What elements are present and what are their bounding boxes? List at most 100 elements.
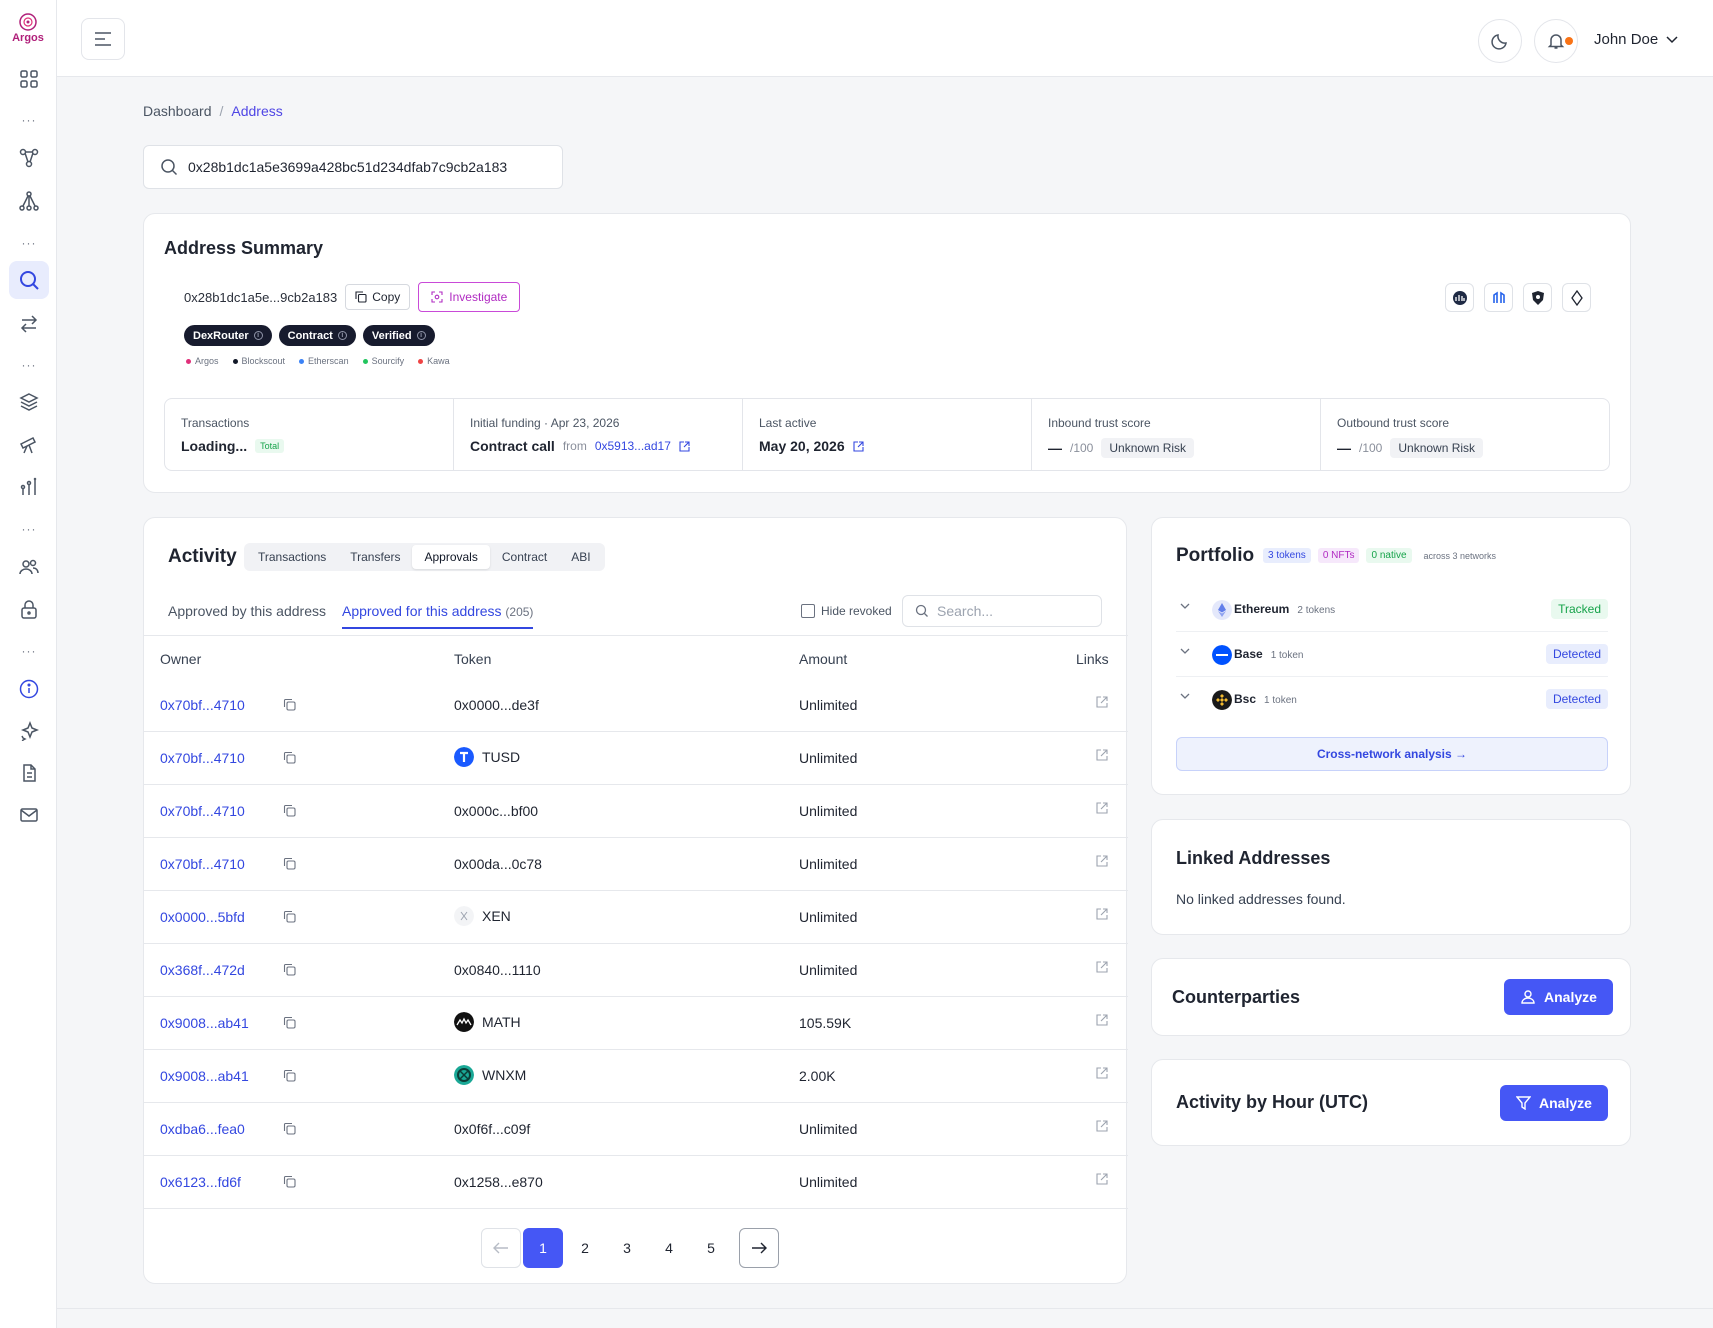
layers-icon[interactable]: [18, 391, 40, 413]
sourcify-icon[interactable]: [1523, 283, 1552, 312]
hide-revoked-toggle[interactable]: Hide revoked: [801, 604, 892, 618]
external-link-icon[interactable]: [1095, 748, 1109, 762]
tab-abi[interactable]: ABI: [559, 545, 602, 569]
network-icon[interactable]: [18, 190, 40, 212]
address-summary-card: Address Summary 0x28b1dc1a5e...9cb2a183 …: [143, 213, 1631, 493]
page-5-button[interactable]: 5: [691, 1228, 731, 1268]
col-amount[interactable]: Amount: [799, 651, 847, 667]
info-icon[interactable]: i: [416, 331, 426, 340]
external-link-icon[interactable]: [1095, 1013, 1109, 1027]
tab-contract[interactable]: Contract: [490, 545, 559, 569]
info-icon[interactable]: i: [337, 331, 347, 340]
copy-icon[interactable]: [283, 910, 296, 923]
page-2-button[interactable]: 2: [565, 1228, 605, 1268]
blockscout-icon[interactable]: [1445, 283, 1474, 312]
page-1-button[interactable]: 1: [523, 1228, 563, 1268]
menu-toggle-button[interactable]: [81, 18, 125, 60]
graph-icon[interactable]: [18, 147, 40, 169]
info-icon[interactable]: i: [253, 331, 263, 340]
prev-page-button[interactable]: [481, 1228, 521, 1268]
external-link-icon[interactable]: [1095, 907, 1109, 921]
chevron-down-icon: [1666, 35, 1678, 43]
owner-address-link[interactable]: 0x0000...5bfd: [160, 909, 245, 925]
funding-from-link[interactable]: 0x5913...ad17: [595, 439, 671, 453]
search-nav-icon[interactable]: [9, 261, 49, 299]
copy-button[interactable]: Copy: [345, 284, 411, 310]
ethereum-icon[interactable]: [1562, 283, 1591, 312]
network-row-base[interactable]: Base 1 token Detected: [1176, 632, 1608, 677]
copy-icon[interactable]: [283, 1016, 296, 1029]
kawa-icon[interactable]: [1484, 283, 1513, 312]
next-page-button[interactable]: [739, 1228, 779, 1268]
portfolio-card: Portfolio 3 tokens 0 NFTs 0 native acros…: [1151, 517, 1631, 795]
investigate-button[interactable]: Investigate: [418, 282, 521, 312]
external-link-icon[interactable]: [1095, 1119, 1109, 1133]
network-row-ethereum[interactable]: Ethereum 2 tokens Tracked: [1176, 587, 1608, 632]
analytics-icon[interactable]: [18, 476, 40, 498]
external-link-icon[interactable]: [1095, 801, 1109, 815]
page-3-button[interactable]: 3: [607, 1228, 647, 1268]
owner-address-link[interactable]: 0x9008...ab41: [160, 1068, 249, 1084]
hourly-analyze-button[interactable]: Analyze: [1500, 1085, 1608, 1121]
user-menu[interactable]: John Doe: [1594, 31, 1678, 48]
token-label: 0x0f6f...c09f: [454, 1121, 531, 1137]
bell-icon: [1547, 34, 1565, 49]
hide-revoked-checkbox[interactable]: [801, 604, 815, 618]
counterparties-analyze-button[interactable]: Analyze: [1504, 979, 1613, 1015]
copy-icon[interactable]: [283, 857, 296, 870]
theme-toggle-button[interactable]: [1478, 19, 1522, 63]
owner-address-link[interactable]: 0x70bf...4710: [160, 697, 245, 713]
owner-address-link[interactable]: 0x70bf...4710: [160, 856, 245, 872]
telescope-icon[interactable]: [18, 434, 40, 456]
col-token[interactable]: Token: [454, 651, 491, 667]
dashboard-icon[interactable]: [18, 68, 40, 90]
copy-icon[interactable]: [283, 751, 296, 764]
info-icon[interactable]: [18, 678, 40, 700]
activity-search-input[interactable]: Search...: [902, 595, 1102, 627]
argos-logo[interactable]: Argos: [10, 12, 46, 46]
external-link-icon[interactable]: [1095, 960, 1109, 974]
external-link-icon[interactable]: [1095, 854, 1109, 868]
sparkle-icon[interactable]: [18, 720, 40, 742]
external-link-icon[interactable]: [1095, 1066, 1109, 1080]
source-dot: [362, 358, 368, 364]
users-icon[interactable]: [18, 556, 40, 578]
owner-address-link[interactable]: 0x70bf...4710: [160, 803, 245, 819]
owner-address-link[interactable]: 0xdba6...fea0: [160, 1121, 245, 1137]
copy-label: Copy: [372, 290, 401, 304]
copy-icon[interactable]: [283, 698, 296, 711]
owner-address-link[interactable]: 0x368f...472d: [160, 962, 245, 978]
external-link-icon[interactable]: [1095, 1172, 1109, 1186]
external-link-icon[interactable]: [1095, 695, 1109, 709]
tab-approvals[interactable]: Approvals: [412, 545, 490, 569]
owner-address-link[interactable]: 0x6123...fd6f: [160, 1174, 241, 1190]
token-label: 0x000c...bf00: [454, 803, 539, 819]
mail-icon[interactable]: [18, 804, 40, 826]
external-link-icon[interactable]: [853, 440, 864, 452]
cross-network-analysis-button[interactable]: Cross-network analysis →: [1176, 737, 1608, 771]
tab-transactions[interactable]: Transactions: [246, 545, 338, 569]
document-icon[interactable]: [18, 762, 40, 784]
subtab-approved-by[interactable]: Approved by this address: [168, 603, 326, 629]
page-4-button[interactable]: 4: [649, 1228, 689, 1268]
chevron-down-icon: [1180, 603, 1190, 609]
lock-icon[interactable]: [18, 598, 40, 620]
notifications-button[interactable]: [1534, 19, 1578, 63]
stat-inbound-trust: Inbound trust score — /100 Unknown Risk: [1032, 399, 1321, 470]
external-link-icon[interactable]: [679, 440, 690, 452]
owner-address-link[interactable]: 0x9008...ab41: [160, 1015, 249, 1031]
owner-address-link[interactable]: 0x70bf...4710: [160, 750, 245, 766]
native-badge: 0 native: [1366, 548, 1412, 563]
breadcrumb-dashboard[interactable]: Dashboard: [143, 103, 212, 119]
tab-transfers[interactable]: Transfers: [338, 545, 412, 569]
copy-icon[interactable]: [283, 1175, 296, 1188]
copy-icon[interactable]: [283, 1122, 296, 1135]
transfer-icon[interactable]: [18, 313, 40, 335]
col-owner[interactable]: Owner: [160, 651, 201, 667]
copy-icon[interactable]: [283, 1069, 296, 1082]
address-search-input[interactable]: 0x28b1dc1a5e3699a428bc51d234dfab7c9cb2a1…: [143, 145, 563, 189]
copy-icon[interactable]: [283, 963, 296, 976]
subtab-approved-for[interactable]: Approved for this address (205): [341, 603, 534, 629]
copy-icon[interactable]: [283, 804, 296, 817]
network-row-bsc[interactable]: Bsc 1 token Detected: [1176, 677, 1608, 722]
